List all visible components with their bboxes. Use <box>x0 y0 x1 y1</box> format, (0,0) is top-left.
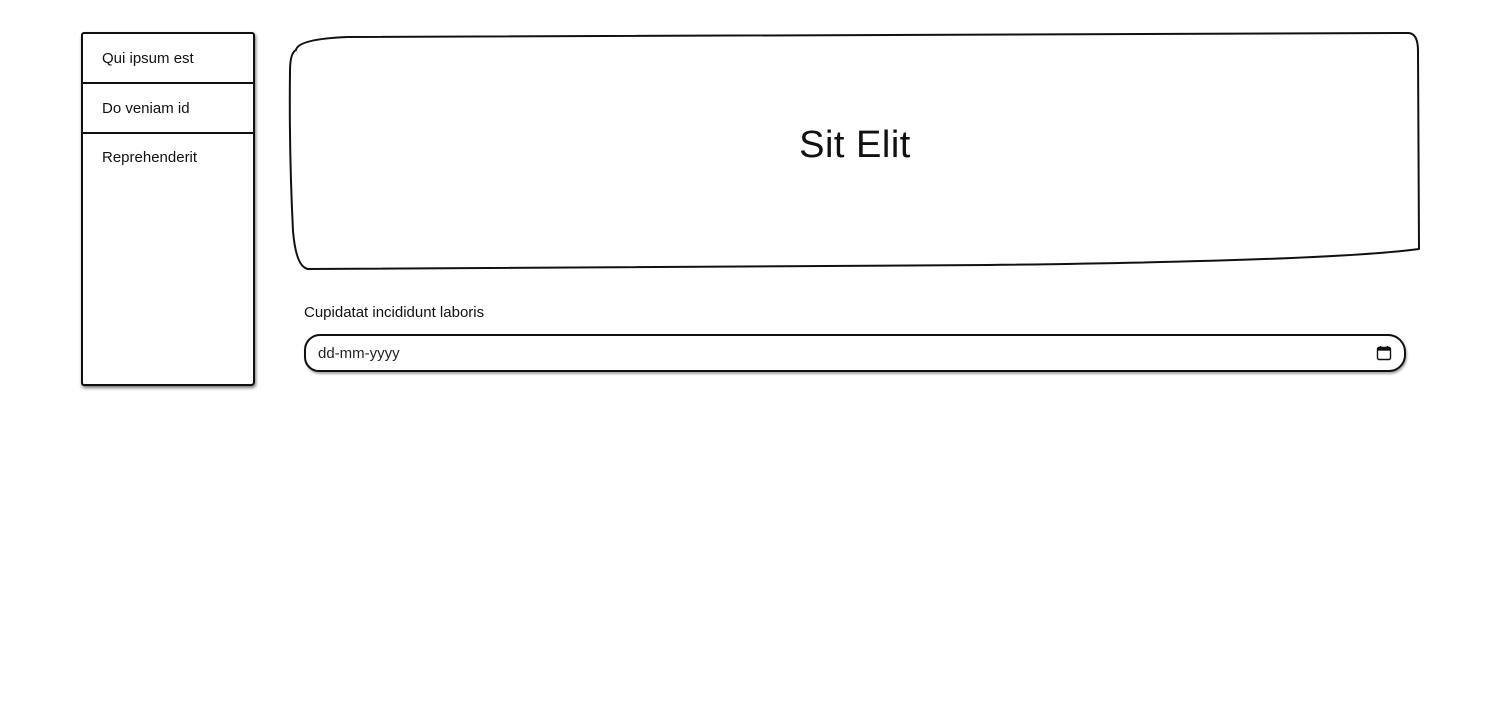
page: Qui ipsum est Do veniam id Reprehenderit… <box>0 0 1500 720</box>
hero-banner: Sit Elit <box>288 31 1422 271</box>
date-input[interactable]: dd-mm-yyyy <box>304 334 1406 372</box>
sidebar-item-label: Do veniam id <box>102 99 190 117</box>
date-field-label: Cupidatat incididunt laboris <box>304 304 485 321</box>
sidebar-item-label: Reprehenderit <box>102 149 198 166</box>
sidebar-item-do-veniam-id[interactable]: Do veniam id <box>83 84 253 134</box>
sidebar-item-label: Qui ipsum est <box>102 49 194 67</box>
sidebar-nav: Qui ipsum est Do veniam id Reprehenderit <box>81 32 255 386</box>
sidebar-item-qui-ipsum-est[interactable]: Qui ipsum est <box>83 34 253 84</box>
sidebar-item-reprehenderit[interactable]: Reprehenderit <box>83 134 253 184</box>
hero-title: Sit Elit <box>799 124 911 166</box>
date-input-placeholder: dd-mm-yyyy <box>318 344 400 362</box>
calendar-icon[interactable] <box>1376 345 1392 361</box>
